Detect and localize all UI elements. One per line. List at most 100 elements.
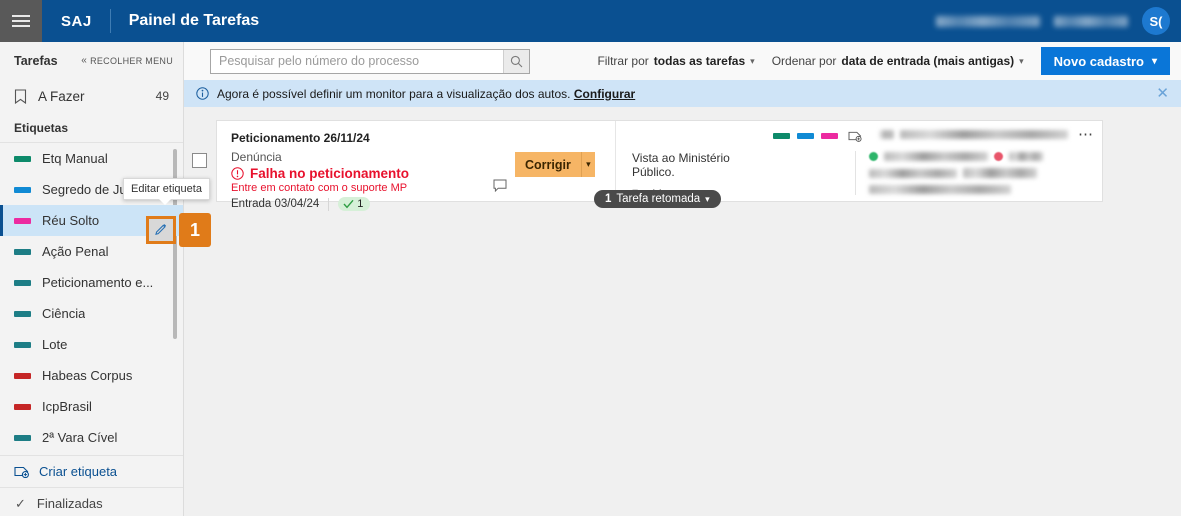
- label-color-swatch: [14, 403, 31, 410]
- label-color-swatch: [14, 434, 31, 441]
- label-name: Lote: [42, 337, 68, 352]
- label-name: Réu Solto: [42, 213, 100, 228]
- corrigir-split-button: Corrigir ▾: [515, 152, 595, 177]
- search-button[interactable]: [503, 49, 529, 73]
- toolbar: Filtrar por todas as tarefas ▾ Ordenar p…: [184, 42, 1181, 80]
- task-checkbox[interactable]: [192, 153, 207, 168]
- collapse-menu-button[interactable]: « RECOLHER MENU: [81, 55, 173, 66]
- create-label-button[interactable]: Criar etiqueta: [0, 455, 183, 487]
- close-icon[interactable]: ✕: [1153, 86, 1172, 101]
- chevron-down-icon: ▾: [1151, 55, 1157, 67]
- task-card-left: Peticionamento 26/11/24 Denúncia Falha n…: [217, 121, 515, 211]
- banner-text: Agora é possível definir um monitor para…: [217, 87, 635, 101]
- task-error: Falha no peticionamento: [231, 166, 515, 181]
- task-vista-text: Vista ao Ministério Público.: [632, 151, 730, 179]
- sidebar: Tarefas « RECOLHER MENU A Fazer 49 Etiqu…: [0, 42, 184, 516]
- new-registration-button[interactable]: Novo cadastro ▾: [1040, 47, 1170, 75]
- new-registration-label: Novo cadastro: [1053, 53, 1144, 69]
- pencil-icon: [155, 224, 167, 235]
- task-error-title: Falha no peticionamento: [250, 166, 410, 181]
- card-right-divider: [855, 151, 856, 195]
- sidebar-label-item[interactable]: Etq Manual: [0, 143, 183, 174]
- task-entry-date: Entrada 03/04/24: [231, 198, 320, 210]
- add-tag-icon: [14, 466, 29, 478]
- chevron-down-icon: ▾: [705, 193, 710, 204]
- label-name: Habeas Corpus: [42, 368, 133, 383]
- bookmark-icon: [14, 88, 27, 104]
- avatar[interactable]: S(: [1142, 7, 1170, 35]
- chevron-down-icon: ▾: [1019, 55, 1024, 66]
- edit-label-button[interactable]: [146, 216, 176, 244]
- sidebar-label-item[interactable]: IcpBrasil: [0, 391, 183, 422]
- chevron-down-icon: ▾: [750, 55, 755, 66]
- retomada-label: Tarefa retomada: [616, 193, 701, 205]
- label-color-swatch: [14, 186, 31, 193]
- task-label-chip: [797, 133, 814, 139]
- sidebar-label-item[interactable]: Lote: [0, 329, 183, 360]
- filter-prefix: Filtrar por: [597, 54, 649, 68]
- tarefa-retomada-pill[interactable]: 1 Tarefa retomada ▾: [594, 190, 721, 208]
- sidebar-label-item[interactable]: Habeas Corpus: [0, 360, 183, 391]
- finalizadas-label: Finalizadas: [36, 496, 103, 511]
- sidebar-label-item[interactable]: Ciência: [0, 298, 183, 329]
- toolbar-right-group: Filtrar por todas as tarefas ▾ Ordenar p…: [597, 47, 1170, 75]
- task-label-chip: [773, 133, 790, 139]
- sort-dropdown[interactable]: Ordenar por data de entrada (mais antiga…: [772, 54, 1024, 68]
- sidebar-item-a-fazer[interactable]: A Fazer 49: [0, 79, 183, 113]
- header-right-group: S(: [936, 7, 1181, 35]
- a-fazer-count: 49: [155, 89, 169, 103]
- create-label-text: Criar etiqueta: [39, 464, 118, 479]
- label-name: Etq Manual: [42, 151, 108, 166]
- more-options-icon[interactable]: ⋯: [1078, 127, 1094, 142]
- task-title: Peticionamento 26/11/24: [231, 131, 370, 145]
- search-input[interactable]: [211, 49, 503, 73]
- brand-logo: SAJ: [61, 12, 92, 30]
- app-header: SAJ Painel de Tarefas S(: [0, 0, 1181, 42]
- corrigir-button[interactable]: Corrigir: [515, 152, 581, 177]
- label-color-swatch: [14, 248, 31, 255]
- check-icon: ✓: [15, 495, 26, 511]
- label-name: 2ª Vara Cível: [42, 430, 118, 445]
- redacted-process-info: [880, 130, 1068, 139]
- label-name: Peticionamento e...: [42, 275, 154, 290]
- filter-value: todas as tarefas: [653, 54, 746, 68]
- add-tag-icon[interactable]: [848, 130, 862, 142]
- collapse-menu-label: RECOLHER MENU: [90, 55, 173, 66]
- label-color-swatch: [14, 372, 31, 379]
- retomada-count: 1: [605, 193, 612, 205]
- task-footer: Entrada 03/04/24 1: [231, 197, 515, 211]
- sidebar-item-label: A Fazer: [38, 88, 85, 104]
- banner-configure-link[interactable]: Configurar: [574, 87, 635, 101]
- sidebar-title: Tarefas: [14, 53, 58, 68]
- task-card-middle: Vista ao Ministério Público. Ver autos: [615, 121, 763, 201]
- search-icon: [510, 55, 523, 67]
- sidebar-label-item[interactable]: Peticionamento e...: [0, 267, 183, 298]
- task-list: Peticionamento 26/11/24 Denúncia Falha n…: [184, 107, 1181, 211]
- task-action-area: Corrigir ▾: [515, 121, 595, 201]
- comment-icon[interactable]: [493, 179, 507, 192]
- label-color-swatch: [14, 279, 31, 286]
- footer-divider: [328, 197, 330, 211]
- sort-value: data de entrada (mais antigas): [841, 54, 1015, 68]
- redacted-user-text-1: [936, 15, 1040, 27]
- task-error-subtitle: Entre em contato com o suporte MP: [231, 182, 408, 194]
- check-icon: [343, 199, 354, 209]
- corrigir-dropdown-button[interactable]: ▾: [580, 152, 595, 177]
- step-badge-1: 1: [179, 213, 211, 247]
- filter-dropdown[interactable]: Filtrar por todas as tarefas ▾: [597, 54, 754, 68]
- chevron-double-left-icon: «: [81, 55, 88, 66]
- label-color-swatch: [14, 155, 31, 162]
- label-name: IcpBrasil: [42, 399, 92, 414]
- label-color-swatch: [14, 217, 31, 224]
- info-banner: Agora é possível definir um monitor para…: [184, 80, 1181, 107]
- redacted-party-info: [869, 152, 1104, 201]
- page-title: Painel de Tarefas: [128, 12, 260, 29]
- labels-section-header: Etiquetas: [0, 113, 183, 143]
- sort-prefix: Ordenar por: [771, 54, 837, 68]
- banner-message: Agora é possível definir um monitor para…: [217, 86, 571, 101]
- sidebar-label-item[interactable]: 2ª Vara Cível: [0, 422, 183, 453]
- search-box: [210, 48, 530, 74]
- hamburger-menu-icon[interactable]: [0, 0, 42, 42]
- sidebar-item-finalizadas[interactable]: ✓ Finalizadas: [0, 487, 183, 516]
- info-icon: [196, 87, 209, 100]
